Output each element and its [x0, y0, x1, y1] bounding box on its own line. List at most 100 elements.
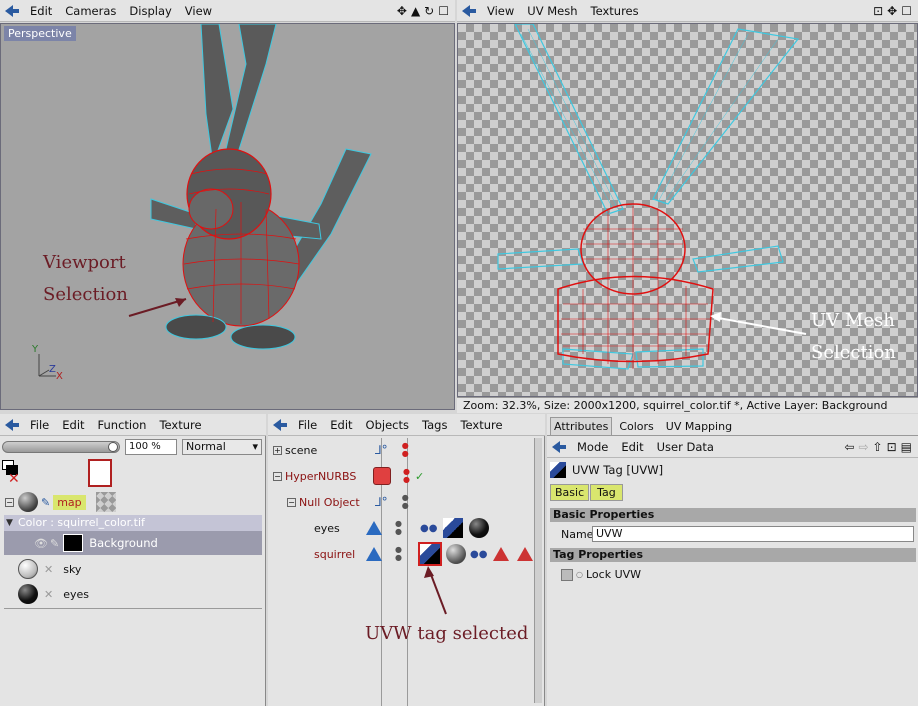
channel-thumbnail-icon[interactable] — [88, 459, 112, 487]
menu-cameras[interactable]: Cameras — [65, 4, 116, 18]
pencil-icon: ✎ — [41, 495, 51, 509]
object-row-hypernurbs[interactable]: − HyperNURBS ● ● ✓ — [268, 464, 544, 488]
maximize-view-icon[interactable]: ☐ — [901, 4, 912, 18]
channel-label: Color : squirrel_color.tif — [18, 516, 145, 529]
c4d-logo-icon[interactable] — [4, 418, 20, 432]
menu-function[interactable]: Function — [98, 418, 147, 432]
uv-viewport[interactable]: UV Mesh Selection — [457, 23, 918, 397]
visibility-dots-icon[interactable]: ● ● — [402, 494, 409, 510]
tab-uv-mapping[interactable]: UV Mapping — [661, 418, 737, 435]
menu-tags[interactable]: Tags — [422, 418, 447, 432]
menu-objects[interactable]: Objects — [366, 418, 409, 432]
collapse-toggle-icon[interactable]: − — [273, 471, 282, 481]
lock-uvw-checkbox[interactable] — [561, 568, 573, 581]
attributes-manager: Attributes Colors UV Mapping Mode Edit U… — [547, 414, 918, 706]
tag-properties-header: Tag Properties — [550, 548, 916, 562]
menu-edit[interactable]: Edit — [30, 4, 52, 18]
visibility-dots-icon[interactable]: ● ● — [403, 468, 410, 484]
color-swap-icon[interactable]: ✕ — [2, 460, 26, 486]
menu-uv-mesh[interactable]: UV Mesh — [527, 4, 577, 18]
back-arrow-icon[interactable]: ⇦ — [844, 440, 854, 454]
close-icon[interactable]: ✕ — [44, 563, 53, 576]
zoom-slider[interactable] — [2, 441, 120, 453]
up-arrow-icon[interactable]: ⇧ — [873, 440, 883, 454]
menu-user-data[interactable]: User Data — [657, 440, 714, 454]
move-view-icon[interactable]: ✥ — [887, 4, 897, 18]
visibility-dots-icon[interactable]: ● ● — [395, 546, 402, 562]
expand-toggle-icon[interactable]: + — [273, 445, 282, 455]
uvw-tag-icon — [550, 462, 566, 478]
uv-spheres-tag-icon[interactable]: ●● — [470, 549, 487, 560]
slider-handle[interactable] — [108, 442, 118, 452]
object-name-hypernurbs[interactable]: HyperNURBS — [285, 470, 369, 483]
object-row-null[interactable]: − Null Object ⅃° ● ● — [268, 490, 544, 514]
menu-mode[interactable]: Mode — [577, 440, 608, 454]
close-icon[interactable]: ✕ — [44, 588, 53, 601]
object-name-eyes[interactable]: eyes — [314, 522, 364, 535]
uvw-tag-icon[interactable] — [417, 542, 442, 566]
material-name-map[interactable]: map — [53, 494, 86, 510]
name-field[interactable]: UVW — [592, 526, 914, 542]
warning-tag-icon[interactable] — [517, 547, 534, 561]
animation-dot-icon[interactable]: ○ — [576, 570, 583, 579]
menu-textures[interactable]: Textures — [591, 4, 639, 18]
tab-attributes[interactable]: Attributes — [550, 417, 613, 435]
menu-texture[interactable]: Texture — [159, 418, 201, 432]
material-row-eyes[interactable]: ✕ eyes — [0, 582, 265, 606]
material-row-sky[interactable]: ✕ sky — [0, 557, 265, 581]
material-row-map[interactable]: − ✎ map — [0, 490, 265, 514]
visibility-dots-icon[interactable]: ● ● — [395, 520, 402, 536]
lock-icon[interactable]: ⊡ — [873, 4, 883, 18]
menu-file[interactable]: File — [30, 418, 49, 432]
material-tag-icon[interactable] — [469, 518, 490, 538]
blend-mode-select[interactable]: Normal ▾ — [182, 439, 262, 455]
object-name-scene[interactable]: scene — [285, 444, 365, 457]
c4d-logo-icon[interactable] — [551, 440, 567, 454]
c4d-logo-icon[interactable] — [461, 4, 477, 18]
object-name-squirrel[interactable]: squirrel — [314, 548, 364, 561]
new-panel-icon[interactable]: ▤ — [901, 440, 912, 454]
object-name-null[interactable]: Null Object — [299, 496, 365, 509]
subtab-basic[interactable]: Basic — [550, 484, 590, 501]
lock-icon[interactable]: ⊡ — [887, 440, 897, 454]
layer-row-background[interactable]: 👁 ✎ Background — [4, 531, 262, 555]
menu-edit[interactable]: Edit — [621, 440, 643, 454]
menu-edit[interactable]: Edit — [62, 418, 84, 432]
object-row-eyes[interactable]: eyes ● ● ●● — [268, 516, 544, 540]
uv-spheres-tag-icon[interactable]: ●● — [420, 523, 437, 534]
expand-triangle-icon[interactable]: ▼ — [6, 515, 13, 531]
maximize-view-icon[interactable]: ☐ — [438, 4, 449, 18]
subtab-tag[interactable]: Tag — [590, 484, 623, 501]
eye-icon[interactable]: 👁 — [34, 537, 48, 550]
material-name-eyes[interactable]: eyes — [63, 588, 89, 601]
visibility-dots-icon[interactable]: ● ● — [402, 442, 409, 458]
texture-thumbnail-icon — [95, 492, 116, 512]
c4d-logo-icon[interactable] — [4, 4, 20, 18]
texture-tag-icon[interactable] — [443, 518, 464, 538]
pencil-icon[interactable]: ✎ — [50, 537, 59, 550]
channel-row[interactable]: ▼ Color : squirrel_color.tif — [4, 515, 262, 531]
rotate-view-icon[interactable]: ↻ — [424, 4, 434, 18]
material-tag-icon[interactable] — [445, 544, 466, 564]
menu-texture[interactable]: Texture — [460, 418, 502, 432]
menu-display[interactable]: Display — [129, 4, 171, 18]
enabled-check-icon[interactable]: ✓ — [415, 470, 424, 483]
zoom-value-field[interactable]: 100 % — [125, 439, 177, 455]
object-row-scene[interactable]: + scene ⅃° ● ● — [268, 438, 544, 462]
lock-uvw-row[interactable]: ○ Lock UVW — [561, 568, 641, 581]
material-name-sky[interactable]: sky — [63, 563, 81, 576]
collapse-toggle-icon[interactable]: − — [5, 497, 14, 507]
menu-edit[interactable]: Edit — [330, 418, 352, 432]
menu-view[interactable]: View — [487, 4, 514, 18]
warning-tag-icon[interactable] — [493, 547, 510, 561]
collapse-toggle-icon[interactable]: − — [287, 497, 296, 507]
menu-file[interactable]: File — [298, 418, 317, 432]
forward-arrow-icon[interactable]: ⇨ — [858, 440, 868, 454]
menu-view[interactable]: View — [185, 4, 212, 18]
object-row-squirrel[interactable]: squirrel ● ● ●● — [268, 542, 544, 566]
tab-colors[interactable]: Colors — [614, 418, 658, 435]
c4d-logo-icon[interactable] — [272, 418, 288, 432]
zoom-view-icon[interactable]: ▲ — [411, 4, 420, 18]
perspective-viewport[interactable]: Perspective Viewport Selection Y Z X — [0, 23, 455, 410]
move-view-icon[interactable]: ✥ — [397, 4, 407, 18]
